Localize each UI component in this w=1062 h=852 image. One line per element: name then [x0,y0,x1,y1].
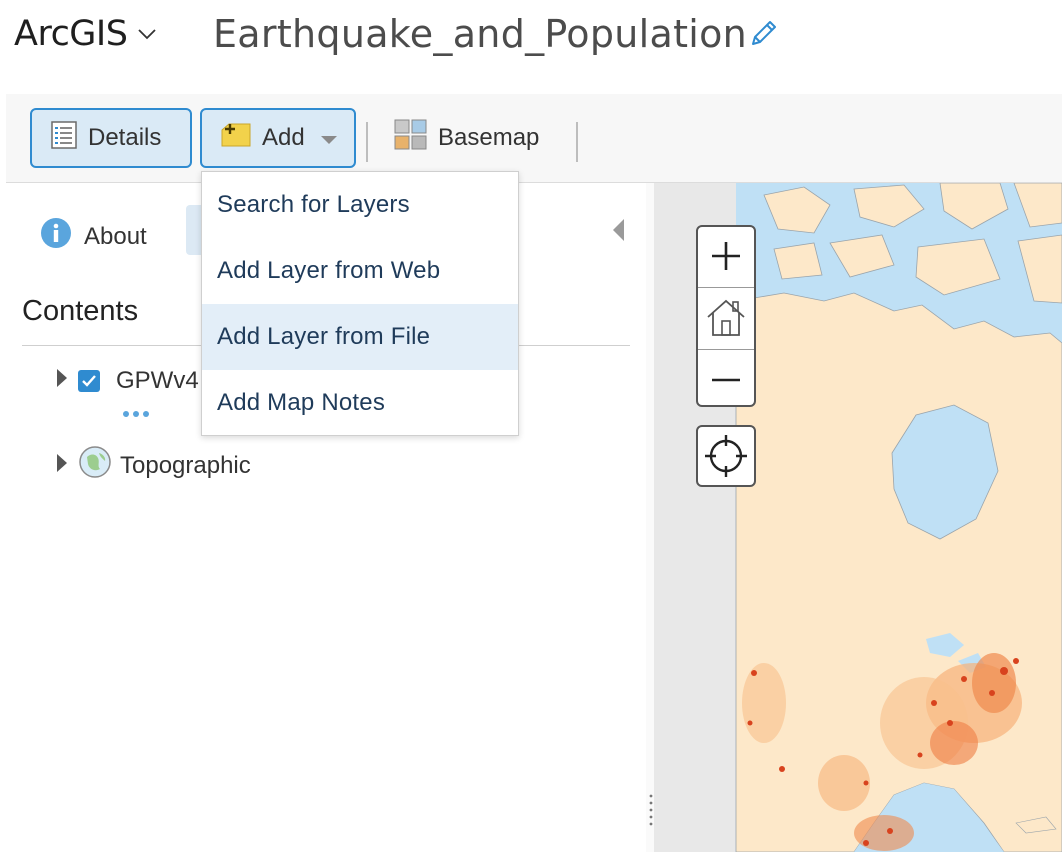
layer-row: Topographic [56,445,251,486]
about-label: About [84,222,147,250]
chevron-down-icon[interactable] [137,27,157,45]
layer-row: GPWv4 [56,367,199,395]
menu-item-add-map-notes[interactable]: Add Map Notes [202,370,518,436]
zoom-in-button[interactable] [698,227,754,285]
info-icon [40,217,72,256]
menu-item-add-layer-from-web[interactable]: Add Layer from Web [202,238,518,304]
home-icon [707,299,745,336]
contents-heading: Contents [22,295,139,327]
layer-name: Topographic [120,451,251,479]
add-button[interactable]: Add [200,108,356,168]
zoom-control [696,225,756,407]
map-view[interactable] [654,183,1062,852]
plus-icon [712,242,740,270]
menu-item-search-for-layers[interactable]: Search for Layers [202,172,518,238]
zoom-divider [698,287,754,288]
about-tab[interactable]: About [40,217,147,256]
map-toolbar: Details Add Basemap [6,94,1062,183]
zoom-out-button[interactable] [698,351,754,409]
pencil-edit-icon[interactable] [748,17,780,54]
minus-icon [712,378,740,382]
details-icon [50,120,78,157]
crosshair-icon [705,435,747,477]
home-button[interactable] [698,289,754,347]
expand-triangle-icon[interactable] [56,367,68,395]
toolbar-divider [366,122,368,162]
menu-item-add-layer-from-file[interactable]: Add Layer from File [202,304,518,370]
drag-handle-icon[interactable] [649,793,653,834]
locate-button[interactable] [696,425,756,487]
basemap-grid-icon [394,119,428,158]
add-dropdown-menu: Search for Layers Add Layer from Web Add… [201,171,519,436]
basemap-button[interactable]: Basemap [394,108,564,168]
brand-name: ArcGIS [14,14,128,54]
add-layer-icon [220,120,252,157]
add-label: Add [262,124,305,151]
basemap-globe-icon [78,445,112,486]
basemap-label: Basemap [438,124,540,151]
toolbar-divider [576,122,578,162]
layer-name: GPWv4 [116,367,199,394]
zoom-divider [698,349,754,350]
expand-triangle-icon[interactable] [56,452,68,480]
caret-down-icon [320,124,337,152]
more-options-icon[interactable] [122,405,152,423]
details-label: Details [88,124,162,151]
app-header: ArcGIS Earthquake_and_Population [0,0,1062,92]
layer-visibility-checkbox[interactable] [78,370,100,392]
arcgis-brand-menu[interactable]: ArcGIS [14,14,157,54]
collapse-panel-icon[interactable] [612,219,626,246]
map-title: Earthquake_and_Population [213,12,748,56]
details-button[interactable]: Details [30,108,192,168]
